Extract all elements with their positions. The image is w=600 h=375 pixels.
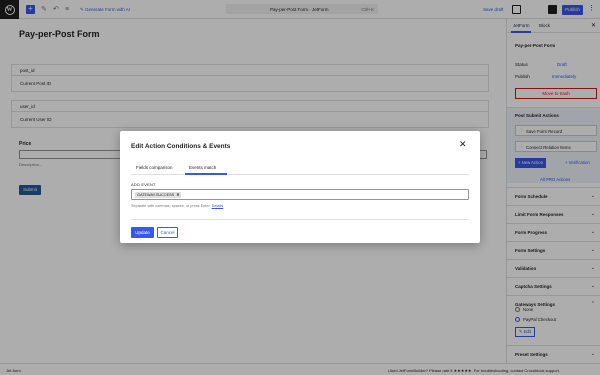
event-token: GATEWAY.SUCCESS ✕ (135, 192, 182, 198)
update-button[interactable]: Update (131, 227, 154, 238)
modal-divider (131, 219, 469, 220)
help-text: Separate with commas, spaces, or press E… (131, 204, 211, 208)
modal-tabs: Fields comparison Events match (131, 162, 469, 175)
close-icon[interactable]: ✕ (459, 140, 467, 149)
cancel-button[interactable]: Cancel (157, 227, 178, 238)
edit-conditions-modal: Edit Action Conditions & Events ✕ Fields… (120, 131, 480, 243)
remove-token-icon[interactable]: ✕ (176, 193, 179, 197)
tab-fields-comparison[interactable]: Fields comparison (136, 165, 173, 170)
add-event-input[interactable]: GATEWAY.SUCCESS ✕ (131, 189, 469, 200)
details-link[interactable]: Details (212, 204, 224, 208)
add-event-label: ADD EVENT (131, 182, 156, 187)
modal-title: Edit Action Conditions & Events (131, 143, 231, 150)
event-token-label: GATEWAY.SUCCESS (137, 193, 175, 197)
add-event-help: Separate with commas, spaces, or press E… (131, 204, 223, 208)
active-tab-indicator (185, 173, 227, 175)
tab-events-match[interactable]: Events match (189, 165, 216, 170)
